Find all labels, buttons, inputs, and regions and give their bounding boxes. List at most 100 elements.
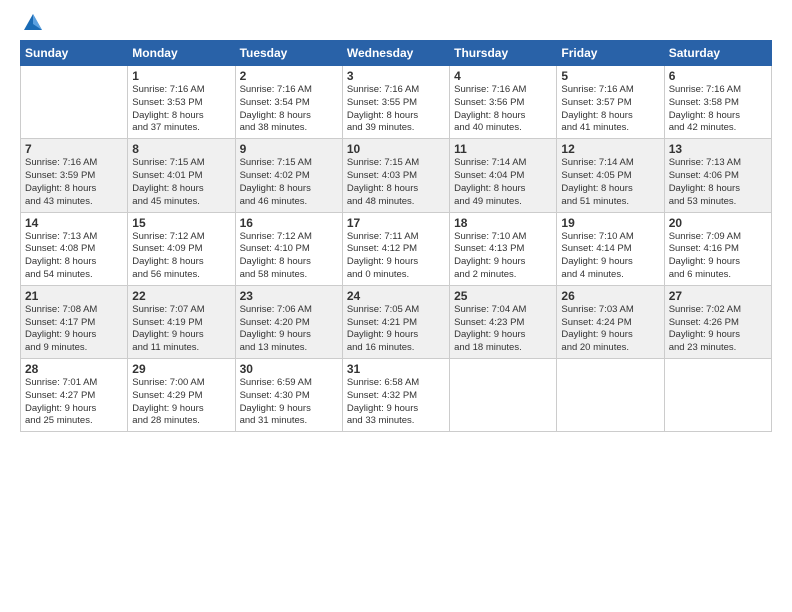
calendar-cell: 6Sunrise: 7:16 AM Sunset: 3:58 PM Daylig… bbox=[664, 66, 771, 139]
day-info: Sunrise: 7:16 AM Sunset: 3:53 PM Dayligh… bbox=[132, 84, 230, 135]
day-info: Sunrise: 7:16 AM Sunset: 3:56 PM Dayligh… bbox=[454, 84, 552, 135]
day-info: Sunrise: 7:06 AM Sunset: 4:20 PM Dayligh… bbox=[240, 304, 338, 355]
day-number: 12 bbox=[561, 142, 659, 156]
day-info: Sunrise: 7:14 AM Sunset: 4:05 PM Dayligh… bbox=[561, 157, 659, 208]
calendar-table: SundayMondayTuesdayWednesdayThursdayFrid… bbox=[20, 40, 772, 432]
day-info: Sunrise: 7:10 AM Sunset: 4:14 PM Dayligh… bbox=[561, 231, 659, 282]
day-number: 18 bbox=[454, 216, 552, 230]
calendar-cell: 14Sunrise: 7:13 AM Sunset: 4:08 PM Dayli… bbox=[21, 212, 128, 285]
day-info: Sunrise: 7:16 AM Sunset: 3:55 PM Dayligh… bbox=[347, 84, 445, 135]
calendar-cell: 31Sunrise: 6:58 AM Sunset: 4:32 PM Dayli… bbox=[342, 359, 449, 432]
weekday-header-row: SundayMondayTuesdayWednesdayThursdayFrid… bbox=[21, 41, 772, 66]
calendar-cell: 20Sunrise: 7:09 AM Sunset: 4:16 PM Dayli… bbox=[664, 212, 771, 285]
calendar-cell: 17Sunrise: 7:11 AM Sunset: 4:12 PM Dayli… bbox=[342, 212, 449, 285]
day-info: Sunrise: 7:15 AM Sunset: 4:03 PM Dayligh… bbox=[347, 157, 445, 208]
calendar-cell: 24Sunrise: 7:05 AM Sunset: 4:21 PM Dayli… bbox=[342, 285, 449, 358]
day-number: 22 bbox=[132, 289, 230, 303]
calendar-cell: 28Sunrise: 7:01 AM Sunset: 4:27 PM Dayli… bbox=[21, 359, 128, 432]
calendar-cell: 11Sunrise: 7:14 AM Sunset: 4:04 PM Dayli… bbox=[450, 139, 557, 212]
calendar-cell bbox=[557, 359, 664, 432]
calendar-cell: 21Sunrise: 7:08 AM Sunset: 4:17 PM Dayli… bbox=[21, 285, 128, 358]
header bbox=[20, 16, 772, 30]
day-info: Sunrise: 7:15 AM Sunset: 4:01 PM Dayligh… bbox=[132, 157, 230, 208]
day-number: 7 bbox=[25, 142, 123, 156]
calendar-cell: 26Sunrise: 7:03 AM Sunset: 4:24 PM Dayli… bbox=[557, 285, 664, 358]
calendar-cell: 30Sunrise: 6:59 AM Sunset: 4:30 PM Dayli… bbox=[235, 359, 342, 432]
calendar-cell: 7Sunrise: 7:16 AM Sunset: 3:59 PM Daylig… bbox=[21, 139, 128, 212]
day-number: 13 bbox=[669, 142, 767, 156]
day-number: 9 bbox=[240, 142, 338, 156]
calendar-cell: 22Sunrise: 7:07 AM Sunset: 4:19 PM Dayli… bbox=[128, 285, 235, 358]
day-number: 15 bbox=[132, 216, 230, 230]
calendar-cell: 12Sunrise: 7:14 AM Sunset: 4:05 PM Dayli… bbox=[557, 139, 664, 212]
calendar-cell: 27Sunrise: 7:02 AM Sunset: 4:26 PM Dayli… bbox=[664, 285, 771, 358]
calendar-cell: 4Sunrise: 7:16 AM Sunset: 3:56 PM Daylig… bbox=[450, 66, 557, 139]
day-number: 6 bbox=[669, 69, 767, 83]
weekday-header-wednesday: Wednesday bbox=[342, 41, 449, 66]
calendar-week-row: 21Sunrise: 7:08 AM Sunset: 4:17 PM Dayli… bbox=[21, 285, 772, 358]
day-number: 1 bbox=[132, 69, 230, 83]
day-info: Sunrise: 7:05 AM Sunset: 4:21 PM Dayligh… bbox=[347, 304, 445, 355]
day-number: 31 bbox=[347, 362, 445, 376]
day-info: Sunrise: 7:03 AM Sunset: 4:24 PM Dayligh… bbox=[561, 304, 659, 355]
day-number: 10 bbox=[347, 142, 445, 156]
day-info: Sunrise: 7:01 AM Sunset: 4:27 PM Dayligh… bbox=[25, 377, 123, 428]
calendar-cell: 18Sunrise: 7:10 AM Sunset: 4:13 PM Dayli… bbox=[450, 212, 557, 285]
calendar-week-row: 14Sunrise: 7:13 AM Sunset: 4:08 PM Dayli… bbox=[21, 212, 772, 285]
weekday-header-friday: Friday bbox=[557, 41, 664, 66]
calendar-week-row: 7Sunrise: 7:16 AM Sunset: 3:59 PM Daylig… bbox=[21, 139, 772, 212]
day-number: 2 bbox=[240, 69, 338, 83]
day-number: 8 bbox=[132, 142, 230, 156]
day-info: Sunrise: 7:04 AM Sunset: 4:23 PM Dayligh… bbox=[454, 304, 552, 355]
calendar-week-row: 1Sunrise: 7:16 AM Sunset: 3:53 PM Daylig… bbox=[21, 66, 772, 139]
day-number: 4 bbox=[454, 69, 552, 83]
day-number: 30 bbox=[240, 362, 338, 376]
day-number: 17 bbox=[347, 216, 445, 230]
calendar-cell: 2Sunrise: 7:16 AM Sunset: 3:54 PM Daylig… bbox=[235, 66, 342, 139]
day-number: 21 bbox=[25, 289, 123, 303]
day-info: Sunrise: 7:16 AM Sunset: 3:57 PM Dayligh… bbox=[561, 84, 659, 135]
calendar-cell: 29Sunrise: 7:00 AM Sunset: 4:29 PM Dayli… bbox=[128, 359, 235, 432]
day-info: Sunrise: 7:16 AM Sunset: 3:58 PM Dayligh… bbox=[669, 84, 767, 135]
day-number: 19 bbox=[561, 216, 659, 230]
day-number: 23 bbox=[240, 289, 338, 303]
day-number: 3 bbox=[347, 69, 445, 83]
calendar-cell bbox=[664, 359, 771, 432]
calendar-cell: 9Sunrise: 7:15 AM Sunset: 4:02 PM Daylig… bbox=[235, 139, 342, 212]
day-number: 24 bbox=[347, 289, 445, 303]
day-info: Sunrise: 7:15 AM Sunset: 4:02 PM Dayligh… bbox=[240, 157, 338, 208]
day-number: 28 bbox=[25, 362, 123, 376]
calendar-cell bbox=[21, 66, 128, 139]
day-info: Sunrise: 7:00 AM Sunset: 4:29 PM Dayligh… bbox=[132, 377, 230, 428]
day-info: Sunrise: 7:11 AM Sunset: 4:12 PM Dayligh… bbox=[347, 231, 445, 282]
logo-icon bbox=[22, 12, 44, 34]
day-info: Sunrise: 7:12 AM Sunset: 4:10 PM Dayligh… bbox=[240, 231, 338, 282]
day-info: Sunrise: 7:02 AM Sunset: 4:26 PM Dayligh… bbox=[669, 304, 767, 355]
day-info: Sunrise: 7:10 AM Sunset: 4:13 PM Dayligh… bbox=[454, 231, 552, 282]
day-info: Sunrise: 7:12 AM Sunset: 4:09 PM Dayligh… bbox=[132, 231, 230, 282]
day-info: Sunrise: 7:13 AM Sunset: 4:06 PM Dayligh… bbox=[669, 157, 767, 208]
weekday-header-thursday: Thursday bbox=[450, 41, 557, 66]
calendar-cell: 3Sunrise: 7:16 AM Sunset: 3:55 PM Daylig… bbox=[342, 66, 449, 139]
day-info: Sunrise: 6:59 AM Sunset: 4:30 PM Dayligh… bbox=[240, 377, 338, 428]
day-number: 5 bbox=[561, 69, 659, 83]
day-info: Sunrise: 7:16 AM Sunset: 3:59 PM Dayligh… bbox=[25, 157, 123, 208]
calendar-cell: 23Sunrise: 7:06 AM Sunset: 4:20 PM Dayli… bbox=[235, 285, 342, 358]
calendar-cell: 8Sunrise: 7:15 AM Sunset: 4:01 PM Daylig… bbox=[128, 139, 235, 212]
calendar-cell bbox=[450, 359, 557, 432]
calendar-cell: 13Sunrise: 7:13 AM Sunset: 4:06 PM Dayli… bbox=[664, 139, 771, 212]
weekday-header-monday: Monday bbox=[128, 41, 235, 66]
day-number: 29 bbox=[132, 362, 230, 376]
day-number: 11 bbox=[454, 142, 552, 156]
calendar-cell: 25Sunrise: 7:04 AM Sunset: 4:23 PM Dayli… bbox=[450, 285, 557, 358]
weekday-header-saturday: Saturday bbox=[664, 41, 771, 66]
day-info: Sunrise: 7:14 AM Sunset: 4:04 PM Dayligh… bbox=[454, 157, 552, 208]
page: SundayMondayTuesdayWednesdayThursdayFrid… bbox=[0, 0, 792, 612]
day-number: 27 bbox=[669, 289, 767, 303]
day-info: Sunrise: 6:58 AM Sunset: 4:32 PM Dayligh… bbox=[347, 377, 445, 428]
day-info: Sunrise: 7:08 AM Sunset: 4:17 PM Dayligh… bbox=[25, 304, 123, 355]
day-number: 16 bbox=[240, 216, 338, 230]
calendar-cell: 5Sunrise: 7:16 AM Sunset: 3:57 PM Daylig… bbox=[557, 66, 664, 139]
day-info: Sunrise: 7:16 AM Sunset: 3:54 PM Dayligh… bbox=[240, 84, 338, 135]
logo bbox=[20, 16, 44, 30]
